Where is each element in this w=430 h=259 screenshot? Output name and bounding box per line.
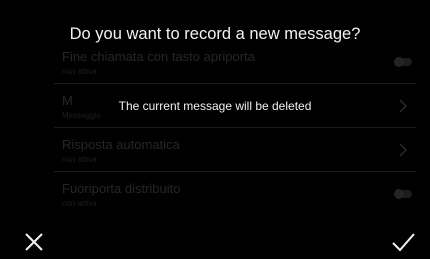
record-message-dialog-screen: Fine chiamata con tasto apriporta non at… [0, 0, 430, 259]
list-item: Fine chiamata con tasto apriporta non at… [54, 40, 416, 84]
list-item-status: non attiva [62, 199, 97, 208]
list-item-label: Risposta automatica [62, 137, 180, 152]
list-item: Risposta automatica non attiva [54, 128, 416, 172]
list-item-status: non attiva [62, 67, 97, 76]
confirm-button[interactable] [389, 228, 417, 256]
list-item-label: Fuoriporta distribuito [62, 181, 181, 196]
list-item-status: non attiva [62, 155, 97, 164]
chevron-right-icon [399, 143, 408, 157]
dialog-message: The current message will be deleted [118, 99, 312, 113]
list-item-label: Fine chiamata con tasto apriporta [62, 49, 255, 64]
close-icon [25, 233, 43, 251]
dialog-title: Do you want to record a new message? [69, 25, 361, 43]
settings-list: Fine chiamata con tasto apriporta non at… [54, 40, 416, 216]
check-icon [392, 233, 415, 252]
toggle-icon [394, 57, 412, 67]
toggle-icon [394, 189, 412, 199]
cancel-button[interactable] [20, 228, 48, 256]
list-item: Fuoriporta distribuito non attiva [54, 172, 416, 216]
